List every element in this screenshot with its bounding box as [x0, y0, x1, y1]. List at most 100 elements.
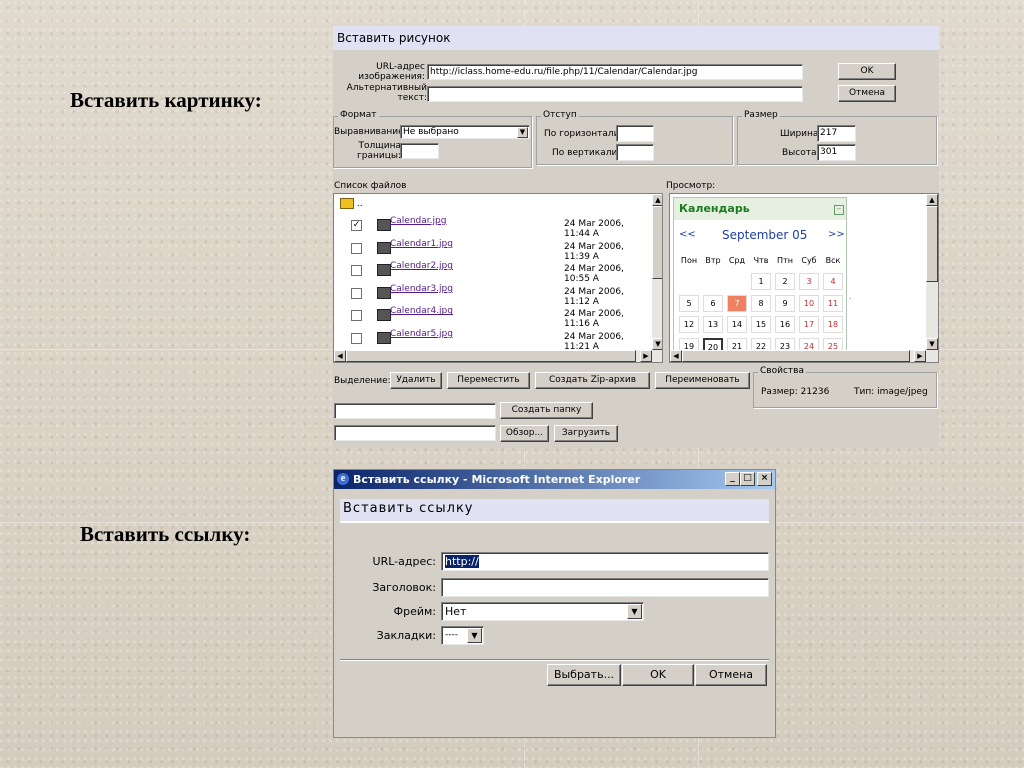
link-ok-button[interactable]: OK [622, 664, 694, 686]
file-row[interactable]: Calendar4.jpg 24 Mar 2006, 11:16 A [334, 305, 652, 330]
chevron-down-icon[interactable]: ▼ [517, 127, 528, 138]
url-label: URL-адрес изображения: [358, 62, 425, 82]
scroll-thumb[interactable] [652, 206, 662, 279]
create-folder-button[interactable]: Создать папку [500, 402, 593, 419]
file-date: 24 Mar 2006, 11:16 A [564, 309, 624, 330]
cancel-button[interactable]: Отмена [838, 85, 896, 102]
link-bookmark-select[interactable]: ---- ▼ [441, 626, 484, 645]
scroll-up-icon[interactable]: ▲ [652, 194, 662, 206]
file-name-link[interactable]: Calendar3.jpg [390, 284, 453, 294]
scroll-up-icon[interactable]: ▲ [926, 194, 938, 206]
calendar-day[interactable]: 2 [775, 273, 795, 290]
file-checkbox[interactable] [351, 242, 362, 254]
calendar-day[interactable]: 4 [823, 273, 843, 290]
horizontal-spacing-input[interactable] [616, 125, 654, 142]
upload-button[interactable]: Загрузить [554, 425, 618, 442]
align-select[interactable]: Не выбрано ▼ [400, 125, 530, 139]
file-row[interactable]: Calendar1.jpg 24 Mar 2006, 11:39 A [334, 238, 652, 262]
file-row[interactable]: Calendar5.jpg 24 Mar 2006, 11:21 A [334, 328, 652, 352]
scroll-left-icon[interactable]: ◀ [670, 350, 682, 362]
border-input[interactable] [400, 143, 439, 159]
calendar-month: September 05 [722, 228, 808, 242]
width-input[interactable]: 217 [817, 125, 856, 142]
file-checkbox[interactable] [351, 310, 362, 322]
calendar-day[interactable]: 9 [775, 294, 795, 312]
file-list-vscroll[interactable]: ▲ ▼ [652, 194, 662, 350]
next-month-link[interactable]: >> [828, 229, 845, 240]
calendar-day[interactable]: 18 [823, 316, 843, 333]
link-cancel-button[interactable]: Отмена [695, 664, 767, 686]
image-url-input[interactable]: http://iclass.home-edu.ru/file.php/11/Ca… [427, 64, 803, 80]
calendar-day[interactable]: 5 [679, 294, 699, 312]
file-list: .. ✓ Calendar.jpg 24 Mar 2006, 11:44 A Cale… [333, 193, 663, 363]
upload-file-input[interactable] [334, 425, 496, 441]
minimize-icon[interactable]: _ [725, 472, 740, 486]
vertical-spacing-input[interactable] [616, 144, 654, 161]
file-row[interactable]: Calendar2.jpg 24 Mar 2006, 10:55 A [334, 260, 652, 284]
file-name-link[interactable]: Calendar2.jpg [390, 261, 453, 271]
calendar-day[interactable]: 3 [799, 273, 819, 290]
alt-text-input[interactable] [427, 86, 803, 102]
file-name-link[interactable]: Calendar1.jpg [390, 239, 453, 249]
chevron-down-icon[interactable]: ▼ [627, 604, 642, 619]
scroll-down-icon[interactable]: ▼ [926, 338, 938, 350]
move-button[interactable]: Переместить [447, 372, 530, 389]
scroll-down-icon[interactable]: ▼ [652, 338, 662, 350]
create-zip-button[interactable]: Создать Zip-архив [535, 372, 650, 389]
file-checkbox[interactable]: ✓ [351, 220, 362, 231]
file-checkbox[interactable] [351, 287, 362, 299]
calendar-day[interactable]: 16 [775, 316, 795, 333]
new-folder-input[interactable] [334, 403, 496, 419]
preview-hscroll[interactable]: ◀ ▶ [670, 350, 938, 362]
maximize-icon[interactable]: □ [740, 472, 755, 486]
calendar-weekday: Птн [777, 256, 793, 265]
file-name-link[interactable]: Calendar.jpg [390, 216, 446, 226]
link-url-input[interactable]: http:// [441, 552, 769, 571]
calendar-day[interactable]: 11 [823, 294, 843, 312]
up-folder-label: .. [356, 199, 363, 209]
rename-button[interactable]: Переименовать [655, 372, 750, 389]
calendar-day[interactable]: 7 [727, 294, 747, 312]
calendar-day[interactable]: 8 [751, 294, 771, 312]
chevron-down-icon[interactable]: ▼ [467, 628, 482, 643]
calendar-day[interactable]: 6 [703, 294, 723, 312]
window-titlebar: e Вставить ссылку - Microsoft Internet E… [334, 470, 775, 489]
align-label: Выравнивание: [334, 127, 407, 137]
scroll-right-icon[interactable]: ▶ [640, 350, 652, 362]
browse-button[interactable]: Обзор... [500, 425, 549, 442]
calendar-day[interactable]: 13 [703, 316, 723, 333]
hscroll-thumb[interactable] [346, 350, 636, 362]
file-checkbox[interactable] [351, 333, 362, 344]
close-icon[interactable]: × [757, 472, 772, 486]
calendar-day[interactable]: 17 [799, 316, 819, 333]
collapse-icon[interactable]: − [834, 205, 844, 215]
file-list-hscroll[interactable]: ◀ ▶ [334, 350, 662, 362]
file-row[interactable]: ✓ Calendar.jpg 24 Mar 2006, 11:44 A [334, 215, 652, 239]
calendar-weekday: Чтв [753, 256, 769, 265]
scroll-thumb[interactable] [926, 206, 938, 282]
calendar-day[interactable]: 1 [751, 273, 771, 290]
file-checkbox[interactable] [351, 265, 362, 277]
up-folder-row[interactable]: .. [340, 198, 363, 212]
link-caption-input[interactable] [441, 578, 769, 597]
prev-month-link[interactable]: << [679, 229, 696, 240]
preview-vscroll[interactable]: ▲ ▼ [926, 194, 938, 350]
file-date: 24 Mar 2006, 11:12 A [564, 286, 624, 307]
file-name-link[interactable]: Calendar4.jpg [390, 306, 453, 316]
hscroll-thumb[interactable] [682, 350, 910, 362]
link-browse-button[interactable]: Выбрать... [547, 664, 621, 686]
file-row[interactable]: Calendar3.jpg 24 Mar 2006, 11:12 A [334, 283, 652, 307]
scroll-left-icon[interactable]: ◀ [334, 350, 346, 362]
calendar-day[interactable]: 12 [679, 316, 699, 333]
scroll-right-icon[interactable]: ▶ [914, 350, 926, 362]
file-name-link[interactable]: Calendar5.jpg [390, 329, 453, 339]
calendar-day[interactable]: 14 [727, 316, 747, 333]
link-frame-select[interactable]: Нет ▼ [441, 602, 644, 621]
calendar-day[interactable]: 15 [751, 316, 771, 333]
ok-button[interactable]: OK [838, 63, 896, 80]
slide-label-insert-link: Вставить ссылку: [80, 522, 251, 546]
image-file-icon [377, 219, 391, 231]
delete-button[interactable]: Удалить [390, 372, 442, 389]
calendar-day[interactable]: 10 [799, 294, 819, 312]
height-input[interactable]: 301 [817, 144, 856, 161]
